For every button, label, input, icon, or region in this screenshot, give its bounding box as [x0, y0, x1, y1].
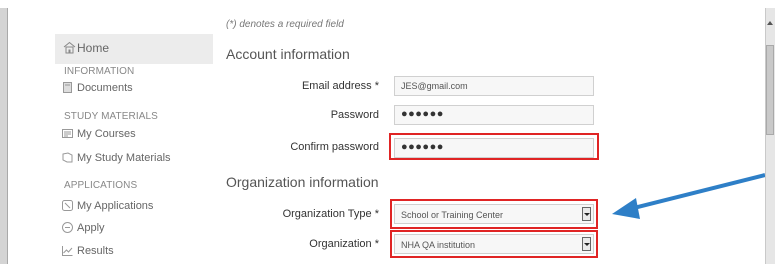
annotation-arrow-icon — [612, 173, 766, 219]
scrollbar-thumb[interactable] — [766, 45, 774, 135]
scroll-up-icon[interactable] — [766, 18, 774, 26]
